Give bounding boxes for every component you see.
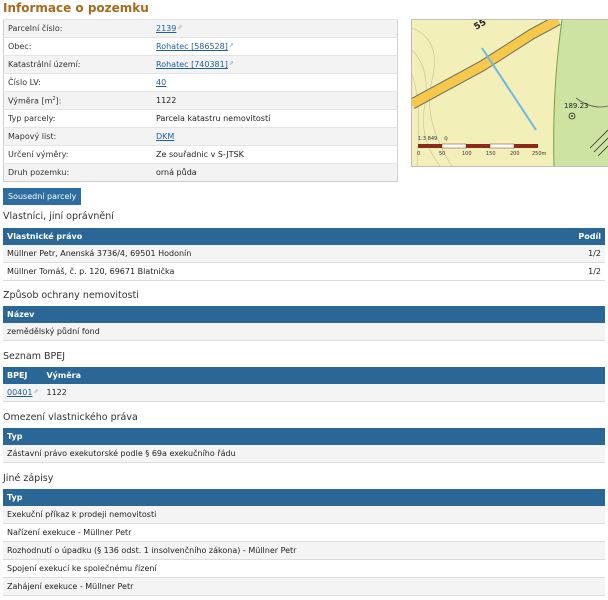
external-link-icon: ⇗ [228, 42, 234, 49]
info-row-area: Výměra [m2]: 1122 [3, 91, 398, 110]
info-row-land-type: Druh pozemku: orná půda [3, 163, 398, 182]
protection-col-name: Název [3, 306, 605, 323]
bpej-table: BPEJ Výměra 00401⇗ 1122 [3, 367, 605, 402]
external-link-icon: ⇗ [228, 60, 234, 67]
info-label: Určení výměry: [3, 145, 152, 164]
other-records-table: Typ Exekuční příkaz k prodeji nemovitost… [3, 489, 605, 596]
owner-name: Müllner Petr, Anenská 3736/4, 69501 Hodo… [3, 245, 523, 263]
map-sheet-link[interactable]: DKM [156, 132, 174, 141]
table-row: Zástavní právo exekutorské podle § 69a e… [3, 445, 605, 463]
svg-text:ℚ: ℚ [444, 136, 448, 142]
table-row: Spojení exekucí ke společnému řízení [3, 559, 605, 578]
owners-table: Vlastnické právo Podíl Müllner Petr, Ane… [3, 228, 605, 281]
owner-share: 1/2 [522, 262, 605, 281]
restrictions-table: Typ Zástavní právo exekutorské podle § 6… [3, 428, 605, 463]
info-label: Obec: [3, 37, 152, 56]
table-row: zemědělský půdní fond [3, 323, 605, 341]
land-type-value: orná půda [152, 163, 398, 182]
bpej-section-title: Seznam BPEJ [3, 351, 66, 362]
info-label: Číslo LV: [3, 73, 152, 92]
cadastral-area-link[interactable]: Rohatec [740381] [156, 60, 228, 69]
parcel-info-table: Parcelní číslo: 2139⇗ Obec: Rohatec [586… [3, 19, 398, 182]
table-row: Zahájení exekuce - Müllner Petr [3, 577, 605, 596]
parcel-map[interactable]: 55 189.23 1:3 849 ℚ 0 50 100 150 200 250… [411, 19, 608, 167]
scale-tick: 50 [439, 151, 445, 157]
parcel-number-link[interactable]: 2139 [156, 24, 176, 33]
table-row: 00401⇗ 1122 [3, 384, 605, 402]
info-row-municipality: Obec: Rohatec [586528]⇗ [3, 37, 398, 56]
scale-tick: 100 [462, 151, 472, 157]
other-section-title: Jiné zápisy [3, 473, 54, 484]
municipality-link[interactable]: Rohatec [586528] [156, 42, 228, 51]
other-col-type: Typ [3, 489, 605, 506]
info-row-lv-number: Číslo LV: 40 [3, 73, 398, 92]
info-label: Mapový list: [3, 127, 152, 146]
bpej-area: 1122 [42, 384, 605, 402]
other-record: Spojení exekucí ke společnému řízení [3, 559, 605, 578]
scale-tick: 200 [510, 151, 520, 157]
table-row: Exekuční příkaz k prodeji nemovitosti [3, 506, 605, 524]
map-canvas: 55 189.23 1:3 849 ℚ 0 50 100 150 200 250… [412, 20, 608, 166]
info-row-cadastral-area: Katastrální území: Rohatec [740381]⇗ [3, 55, 398, 74]
restrictions-section-title: Omezení vlastnického práva [3, 412, 138, 423]
info-row-area-method: Určení výměry: Ze souřadnic v S-JTSK [3, 145, 398, 164]
area-method-value: Ze souřadnic v S-JTSK [152, 145, 398, 164]
table-row: Nařízení exekuce - Müllner Petr [3, 523, 605, 542]
external-link-icon: ⇗ [33, 388, 39, 395]
scale-tick: 0 [417, 151, 420, 157]
owners-col-right: Vlastnické právo [3, 228, 523, 245]
bpej-col-code: BPEJ [3, 367, 43, 384]
neighbor-parcels-button[interactable]: Sousední parcely [3, 188, 82, 205]
table-row: Rozhodnutí o úpadku (§ 136 odst. 1 insol… [3, 541, 605, 560]
other-record: Exekuční příkaz k prodeji nemovitosti [3, 506, 605, 524]
info-label: Typ parcely: [3, 109, 152, 128]
protection-section-title: Způsob ochrany nemovitosti [3, 290, 139, 301]
info-label: Výměra [m2]: [3, 91, 152, 110]
owners-section-title: Vlastníci, jiní oprávnění [3, 211, 114, 222]
bpej-col-area: Výměra [42, 367, 605, 384]
info-label: Katastrální území: [3, 55, 152, 74]
owner-share: 1/2 [522, 245, 605, 263]
restrictions-col-type: Typ [3, 428, 605, 445]
info-row-parcel-type: Typ parcely: Parcela katastru nemovitost… [3, 109, 398, 128]
owners-col-share: Podíl [522, 228, 605, 245]
scale-tick: 250m [532, 151, 547, 157]
info-label: Druh pozemku: [3, 163, 152, 182]
restriction-value: Zástavní právo exekutorské podle § 69a e… [3, 445, 605, 463]
other-record: Nařízení exekuce - Müllner Petr [3, 523, 605, 542]
owner-name: Müllner Tomáš, č. p. 120, 69671 Blatničk… [3, 262, 523, 281]
other-record: Rozhodnutí o úpadku (§ 136 odst. 1 insol… [3, 541, 605, 560]
area-value: 1122 [152, 91, 398, 110]
info-row-parcel-number: Parcelní číslo: 2139⇗ [3, 19, 398, 38]
table-row: Müllner Petr, Anenská 3736/4, 69501 Hodo… [3, 245, 605, 263]
info-row-map-sheet: Mapový list: DKM [3, 127, 398, 146]
protection-value: zemědělský půdní fond [3, 323, 605, 341]
page-title: Informace o pozemku [3, 1, 149, 15]
scale-tick: 150 [486, 151, 496, 157]
table-row: Müllner Tomáš, č. p. 120, 69671 Blatničk… [3, 262, 605, 281]
bpej-code-link[interactable]: 00401 [7, 388, 32, 397]
external-link-icon: ⇗ [177, 24, 183, 31]
parcel-type-value: Parcela katastru nemovitostí [152, 109, 398, 128]
lv-number-link[interactable]: 40 [156, 78, 166, 87]
scale-bar [418, 143, 538, 149]
scale-ratio-label: 1:3 849 [418, 136, 437, 142]
protection-table: Název zemědělský půdní fond [3, 306, 605, 341]
elevation-label: 189.23 [564, 102, 589, 110]
other-record: Zahájení exekuce - Müllner Petr [3, 577, 605, 596]
info-label: Parcelní číslo: [3, 19, 152, 38]
